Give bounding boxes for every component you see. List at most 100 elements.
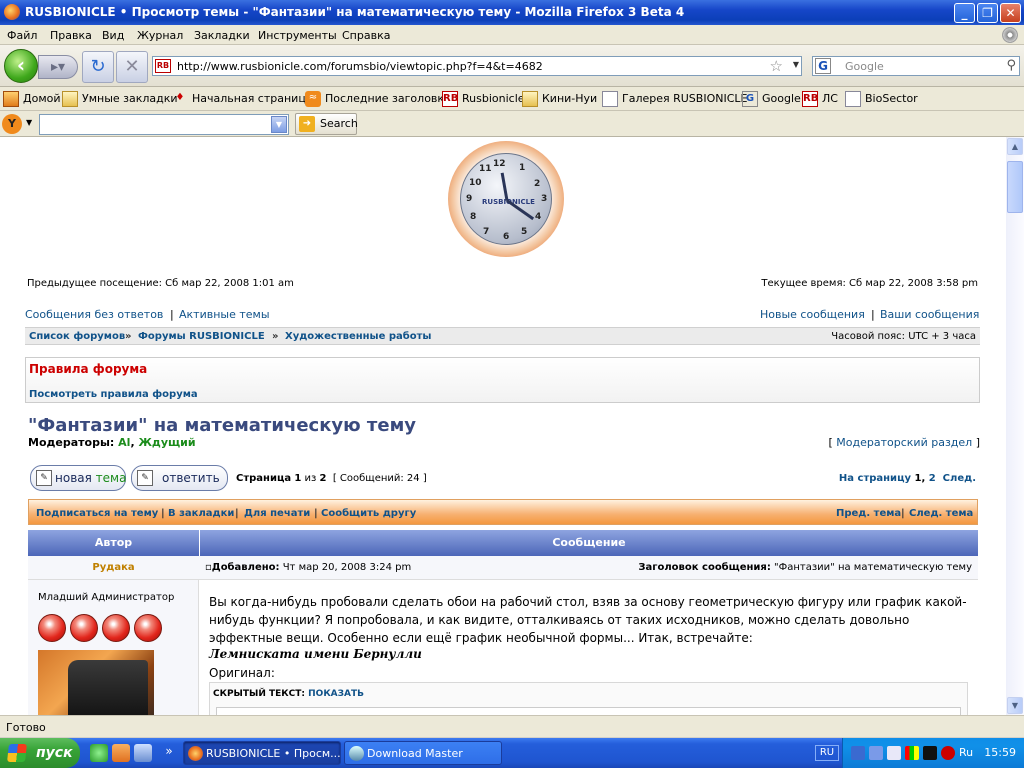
bookmark-latest-headlines[interactable]: ≈ Последние заголовки bbox=[305, 91, 451, 107]
hidden-content bbox=[216, 707, 961, 715]
new-posts-link[interactable]: Новые сообщения bbox=[760, 308, 865, 321]
url-bar[interactable]: RB http://www.rusbionicle.com/forumsbio/… bbox=[152, 56, 802, 76]
breadcrumb-art[interactable]: Художественные работы bbox=[285, 331, 431, 342]
tray-icon[interactable] bbox=[851, 746, 865, 760]
bookmark-topic-link[interactable]: В закладки bbox=[168, 508, 234, 519]
scroll-thumb[interactable] bbox=[1007, 161, 1023, 213]
last-visit-text: Предыдущее посещение: Сб мар 22, 2008 1:… bbox=[27, 278, 294, 289]
forward-button[interactable]: ▸▾ bbox=[38, 55, 78, 79]
yahoo-dropdown-icon[interactable]: ▼ bbox=[26, 118, 32, 127]
unanswered-link[interactable]: Сообщения без ответов bbox=[25, 308, 163, 321]
menu-edit[interactable]: Правка bbox=[50, 29, 92, 42]
bookmark-kini-nui[interactable]: Кини-Нуи bbox=[522, 91, 597, 107]
vertical-scrollbar[interactable]: ▲ ▼ bbox=[1006, 137, 1024, 715]
menu-history[interactable]: Журнал bbox=[137, 29, 183, 42]
bookmark-home[interactable]: Домой bbox=[3, 91, 61, 107]
post-subject: Заголовок сообщения: "Фантазии" на матем… bbox=[638, 562, 972, 573]
moderator-section-link[interactable]: Модераторский раздел bbox=[836, 436, 972, 449]
page-2-link[interactable]: 2 bbox=[929, 473, 936, 484]
back-button[interactable]: ‹ bbox=[4, 49, 38, 83]
folder-icon bbox=[62, 91, 78, 107]
minimize-button[interactable]: _ bbox=[954, 3, 975, 23]
quicklaunch-icon[interactable] bbox=[112, 744, 130, 762]
post-author-link[interactable]: Рудака bbox=[28, 556, 199, 580]
topic-title[interactable]: "Фантазии" на математическую тему bbox=[28, 415, 416, 436]
menu-help[interactable]: Справка bbox=[342, 29, 390, 42]
email-friend-link[interactable]: Сообщить другу bbox=[321, 508, 416, 519]
author-rank: Младший Администратор bbox=[38, 592, 175, 603]
bookmark-smart[interactable]: Умные закладки bbox=[62, 91, 178, 107]
active-topics-link[interactable]: Активные темы bbox=[179, 308, 270, 321]
site-logo-clock[interactable]: 12 1 2 3 4 5 6 7 8 9 10 11 RUSBIONICLE bbox=[448, 141, 564, 257]
search-icon[interactable]: ⚲ bbox=[1006, 58, 1016, 73]
menu-view[interactable]: Вид bbox=[102, 29, 124, 42]
moderator-al-link[interactable]: Al bbox=[118, 436, 130, 449]
bookmark-ls[interactable]: RB ЛС bbox=[802, 91, 838, 107]
breadcrumb: Список форумов » Форумы RUSBIONICLE » Ху… bbox=[25, 327, 980, 345]
your-posts-link[interactable]: Ваши сообщения bbox=[880, 308, 979, 321]
reload-button[interactable]: ↻ bbox=[82, 51, 114, 83]
bookmark-rusbionicle[interactable]: RB Rusbionicle bbox=[442, 91, 525, 107]
pagination: На страницу 1, 2 След. bbox=[838, 473, 976, 484]
next-page-link[interactable]: След. bbox=[943, 473, 976, 484]
rb-icon: RB bbox=[802, 91, 818, 107]
prev-topic-link[interactable]: Пред. тема bbox=[836, 508, 901, 519]
language-indicator[interactable]: RU bbox=[815, 745, 839, 761]
yahoo-search-button[interactable]: ➜ Search bbox=[295, 113, 358, 135]
chevron-right-icon[interactable]: » bbox=[161, 744, 177, 762]
post-icon[interactable]: ▫ bbox=[205, 562, 212, 573]
firefox-icon bbox=[188, 746, 203, 761]
windows-logo-icon bbox=[7, 744, 27, 762]
tray-icon[interactable] bbox=[869, 746, 883, 760]
rb-icon: RB bbox=[442, 91, 458, 107]
redhat-icon: ♦ bbox=[175, 92, 185, 103]
tray-icon[interactable] bbox=[905, 746, 919, 760]
bookmark-gallery[interactable]: Галерея RUSBIONICLE bbox=[602, 91, 747, 107]
show-hidden-link[interactable]: ПОКАЗАТЬ bbox=[308, 689, 364, 699]
moderator-waiting-link[interactable]: Ждущий bbox=[138, 436, 195, 449]
tray-icon[interactable] bbox=[923, 746, 937, 760]
print-link[interactable]: Для печати bbox=[244, 508, 310, 519]
tray-icon[interactable] bbox=[941, 746, 955, 760]
maximize-button[interactable]: ❐ bbox=[977, 3, 998, 23]
yahoo-icon[interactable]: Y bbox=[2, 114, 22, 134]
breadcrumb-rusbionicle[interactable]: Форумы RUSBIONICLE bbox=[138, 331, 265, 342]
taskbar-firefox[interactable]: RUSBIONICLE • Просм... bbox=[183, 741, 341, 765]
moderator-section[interactable]: [ Модераторский раздел ] bbox=[829, 436, 981, 449]
author-profile: Младший Администратор bbox=[28, 580, 199, 715]
menu-file[interactable]: Файл bbox=[7, 29, 37, 42]
yahoo-search-input[interactable]: ▼ bbox=[39, 114, 289, 135]
page-icon bbox=[845, 91, 861, 107]
bookmark-star-icon[interactable]: ☆ bbox=[770, 57, 783, 75]
bookmark-biosector[interactable]: BioSector bbox=[845, 91, 918, 107]
scroll-up-button[interactable]: ▲ bbox=[1007, 138, 1023, 155]
tray-language[interactable]: Ru bbox=[959, 746, 973, 760]
reply-button[interactable]: ✎ ответить bbox=[131, 465, 228, 491]
bookmark-start-page[interactable]: ♦ Начальная страница bbox=[172, 91, 313, 107]
tray-icon[interactable] bbox=[887, 746, 901, 760]
rank-ball-icon bbox=[134, 614, 162, 642]
menu-bookmarks[interactable]: Закладки bbox=[194, 29, 250, 42]
quicklaunch-icon[interactable] bbox=[90, 744, 108, 762]
taskbar-download-master[interactable]: Download Master bbox=[344, 741, 502, 765]
new-topic-button[interactable]: ✎ новая тема bbox=[30, 465, 126, 491]
menu-tools[interactable]: Инструменты bbox=[258, 29, 337, 42]
scroll-down-button[interactable]: ▼ bbox=[1007, 697, 1023, 714]
google-engine-icon[interactable]: G bbox=[815, 58, 831, 74]
pencil-icon: ✎ bbox=[137, 470, 153, 486]
url-text[interactable]: http://www.rusbionicle.com/forumsbio/vie… bbox=[177, 60, 543, 73]
breadcrumb-forum-index[interactable]: Список форумов bbox=[29, 331, 125, 342]
start-button[interactable]: пуск bbox=[0, 738, 80, 768]
close-button[interactable]: ✕ bbox=[1000, 3, 1021, 23]
stop-button[interactable]: ✕ bbox=[116, 51, 148, 83]
subscribe-link[interactable]: Подписаться на тему bbox=[36, 508, 158, 519]
search-placeholder[interactable]: Google bbox=[845, 60, 884, 73]
search-bar[interactable]: G Google ⚲ bbox=[812, 56, 1020, 76]
chevron-down-icon[interactable]: ▼ bbox=[271, 116, 287, 133]
system-clock: 15:59 bbox=[984, 746, 1016, 759]
quicklaunch-icon[interactable] bbox=[134, 744, 152, 762]
url-dropdown-icon[interactable]: ▼ bbox=[793, 60, 799, 69]
bookmark-google[interactable]: G Google bbox=[742, 91, 801, 107]
view-rules-link[interactable]: Посмотреть правила форума bbox=[29, 389, 198, 400]
next-topic-link[interactable]: След. тема bbox=[909, 508, 973, 519]
